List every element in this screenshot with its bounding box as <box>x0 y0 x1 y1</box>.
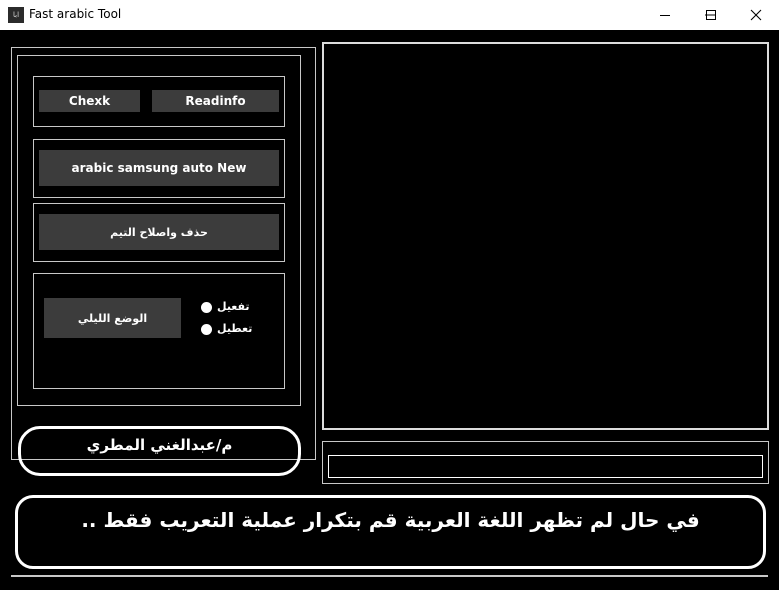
window-title: Fast arabic Tool <box>29 7 122 21</box>
close-icon <box>750 9 762 21</box>
output-field[interactable] <box>328 455 763 478</box>
maximize-icon <box>706 10 716 20</box>
disable-radio[interactable] <box>201 324 212 335</box>
night-mode-button[interactable]: الوضع الليلي <box>44 298 181 338</box>
minimize-button[interactable] <box>642 0 688 30</box>
close-button[interactable] <box>733 0 779 30</box>
minimize-icon <box>660 15 670 16</box>
enable-radio[interactable] <box>201 302 212 313</box>
author-label: م/عبدالغني المطري <box>18 426 301 476</box>
fix-team-button[interactable]: حذف واصلاح التيم <box>39 214 279 250</box>
disable-radio-label: تعطيل <box>217 322 253 335</box>
author-text: م/عبدالغني المطري <box>86 436 233 454</box>
app-icon: ابا <box>8 7 24 23</box>
enable-radio-label: تفعيل <box>217 300 250 313</box>
log-panel[interactable] <box>322 42 769 430</box>
readinfo-button[interactable]: Readinfo <box>152 90 279 112</box>
notice-banner: في حال لم تظهر اللغة العربية قم بتكرار ع… <box>15 495 766 569</box>
arabic-samsung-button[interactable]: arabic samsung auto New <box>39 150 279 186</box>
notice-text: في حال لم تظهر اللغة العربية قم بتكرار ع… <box>81 508 700 532</box>
maximize-button[interactable] <box>688 0 734 30</box>
bottom-separator <box>11 575 768 577</box>
check-button[interactable]: Chexk <box>39 90 140 112</box>
